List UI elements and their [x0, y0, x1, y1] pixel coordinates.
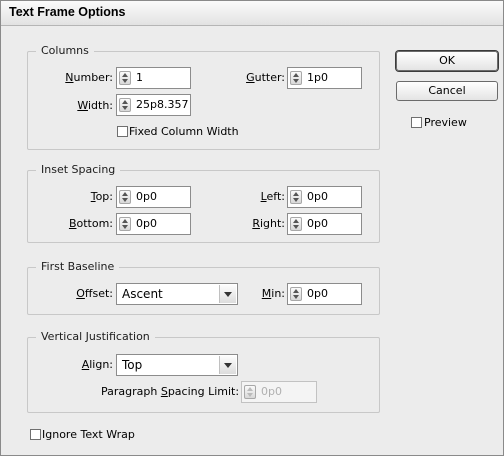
left-label: Left:: [260, 190, 285, 203]
dialog-title: Text Frame Options: [9, 5, 126, 19]
inset-right-stepper-icon[interactable]: [290, 217, 302, 231]
title-bar[interactable]: Text Frame Options: [1, 1, 503, 26]
gutter-label: Gutter:: [246, 71, 285, 84]
inset-bottom-field[interactable]: 0p0: [116, 213, 191, 235]
cancel-button[interactable]: Cancel: [396, 81, 498, 101]
ok-button[interactable]: OK: [396, 51, 498, 71]
top-label: Top:: [90, 190, 113, 203]
number-stepper-icon[interactable]: [119, 71, 131, 85]
vertical-justification-legend: Vertical Justification: [36, 330, 155, 343]
inset-left-field[interactable]: 0p0: [287, 186, 362, 208]
inset-spacing-legend: Inset Spacing: [36, 163, 121, 176]
gutter-field[interactable]: 1p0: [287, 67, 362, 89]
min-field[interactable]: 0p0: [287, 283, 362, 305]
width-label: Width:: [77, 99, 113, 112]
offset-select[interactable]: Ascent: [116, 283, 238, 305]
align-label: Align:: [81, 358, 113, 371]
paragraph-spacing-stepper-icon: [244, 385, 256, 399]
preview-checkbox[interactable]: [411, 117, 422, 128]
fixed-column-width-label[interactable]: Fixed Column Width: [129, 125, 239, 138]
inset-top-stepper-icon[interactable]: [119, 190, 131, 204]
ignore-text-wrap-checkbox[interactable]: [30, 429, 41, 440]
columns-legend: Columns: [36, 44, 94, 57]
paragraph-spacing-limit-field: 0p0: [241, 381, 317, 403]
paragraph-spacing-limit-label: Paragraph Spacing Limit:: [101, 385, 240, 398]
inset-top-field[interactable]: 0p0: [116, 186, 191, 208]
inset-right-field[interactable]: 0p0: [287, 213, 362, 235]
number-field[interactable]: 1: [116, 67, 191, 89]
inset-left-stepper-icon[interactable]: [290, 190, 302, 204]
min-label: Min:: [261, 287, 285, 300]
right-label: Right:: [252, 217, 285, 230]
number-label: Number:: [65, 71, 113, 84]
offset-label: Offset:: [76, 287, 113, 300]
width-stepper-icon[interactable]: [119, 98, 131, 112]
fixed-column-width-checkbox[interactable]: [117, 126, 128, 137]
bottom-label: Bottom:: [68, 217, 113, 230]
preview-label[interactable]: Preview: [424, 116, 467, 129]
text-frame-options-dialog: Text Frame Options Columns Number: 1 Gut…: [0, 0, 504, 456]
width-field[interactable]: 25p8.357: [116, 94, 191, 116]
gutter-stepper-icon[interactable]: [290, 71, 302, 85]
align-select[interactable]: Top: [116, 354, 238, 376]
first-baseline-legend: First Baseline: [36, 260, 120, 273]
inset-bottom-stepper-icon[interactable]: [119, 217, 131, 231]
min-stepper-icon[interactable]: [290, 287, 302, 301]
ignore-text-wrap-label[interactable]: Ignore Text Wrap: [42, 428, 135, 441]
chevron-down-icon[interactable]: [219, 356, 236, 374]
